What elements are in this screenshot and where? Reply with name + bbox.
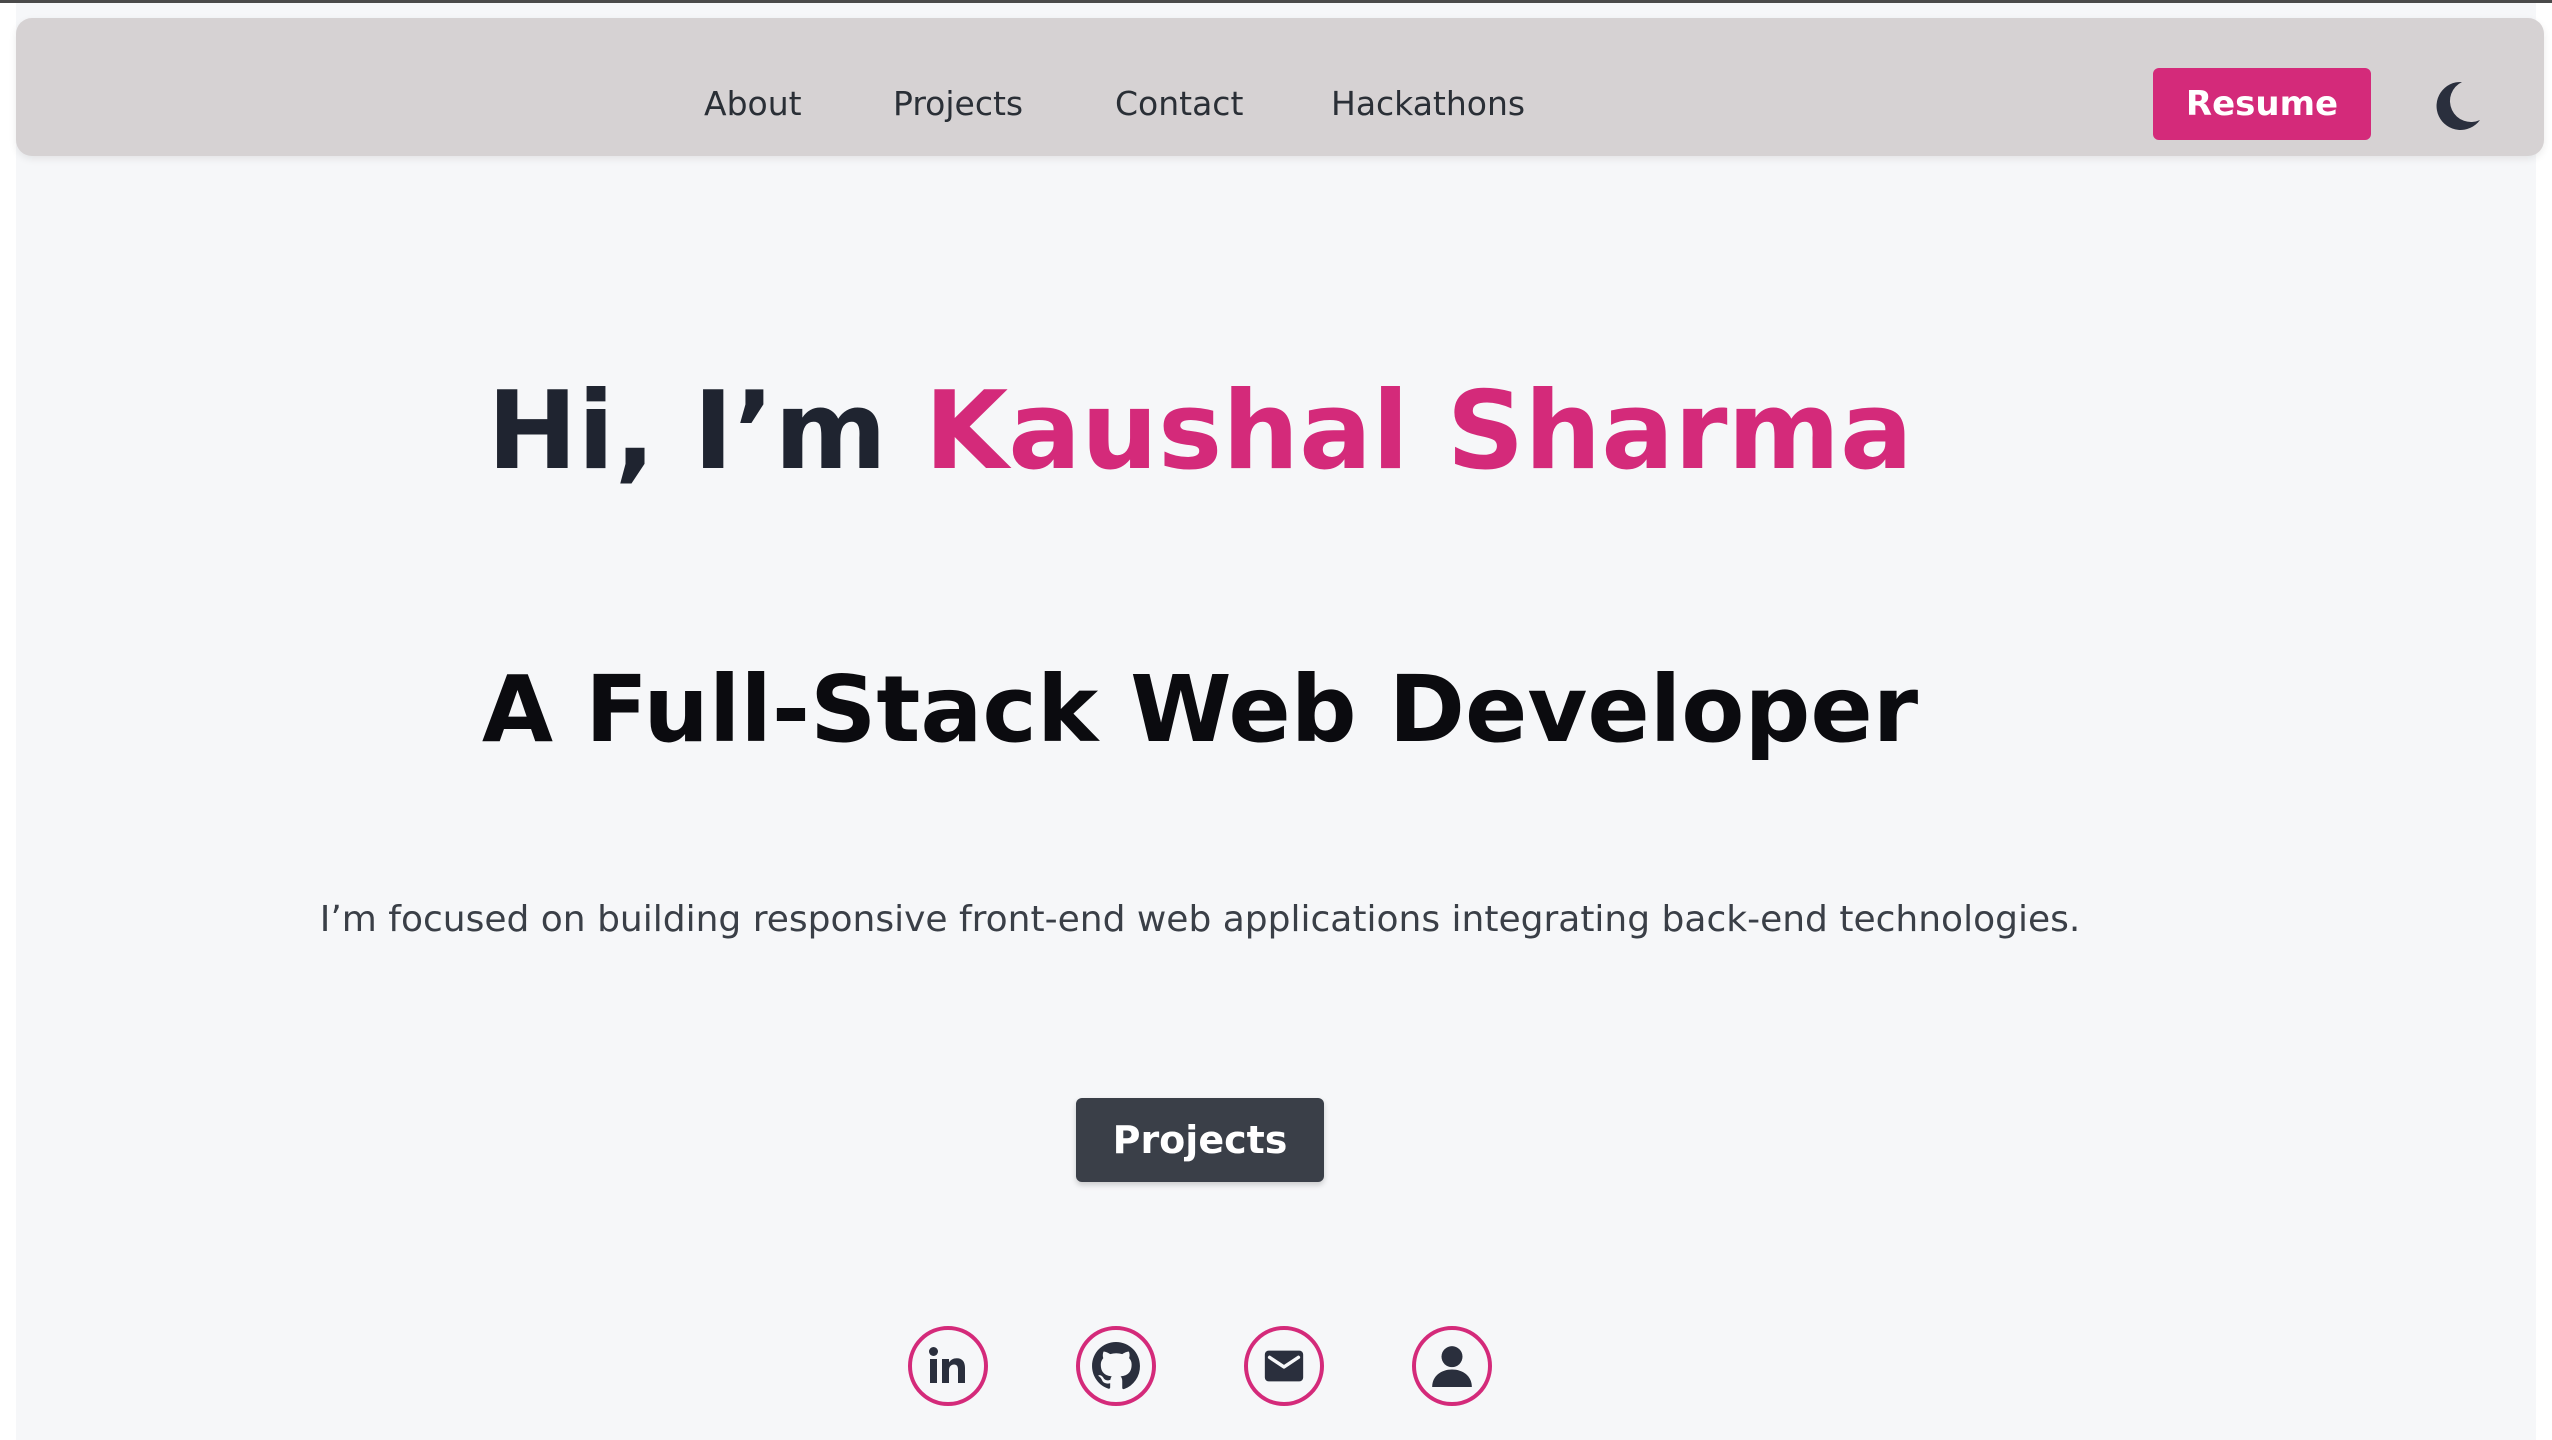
hero-greeting: Hi, I’m	[487, 369, 925, 494]
nav-link-projects[interactable]: Projects	[893, 84, 1023, 124]
nav-link-hackathons[interactable]: Hackathons	[1331, 84, 1525, 124]
github-icon[interactable]	[1076, 1326, 1156, 1406]
mail-icon[interactable]	[1244, 1326, 1324, 1406]
hero-title: Hi, I’m Kaushal Sharma	[0, 362, 2400, 502]
user-icon[interactable]	[1412, 1326, 1492, 1406]
nav-link-contact[interactable]: Contact	[1115, 84, 1243, 124]
hero-role: A Full-Stack Web Developer	[481, 656, 1919, 763]
hero-name: Kaushal Sharma	[924, 369, 1913, 494]
moon-icon[interactable]	[2426, 76, 2486, 136]
projects-button[interactable]: Projects	[1076, 1098, 1324, 1182]
nav-link-about[interactable]: About	[704, 84, 802, 124]
resume-button[interactable]: Resume	[2153, 68, 2371, 140]
linkedin-icon[interactable]	[908, 1326, 988, 1406]
hero-description: I’m focused on building responsive front…	[319, 899, 2081, 940]
navbar: About Projects Contact Hackathons Resume	[16, 18, 2544, 156]
